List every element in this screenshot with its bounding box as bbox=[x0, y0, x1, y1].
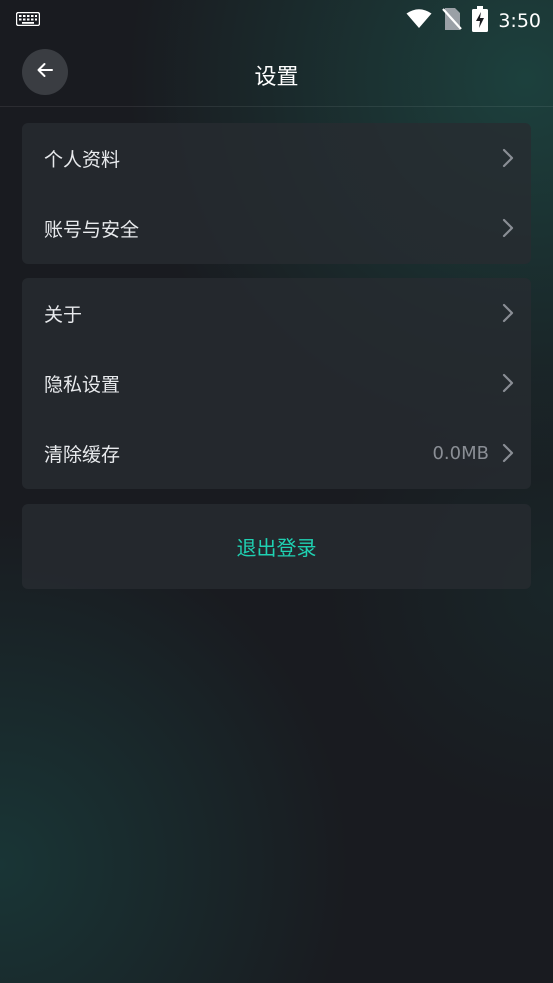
settings-item-account-security[interactable]: 账号与安全 bbox=[22, 193, 531, 263]
battery-charging-icon bbox=[472, 6, 489, 36]
app-bar: 设置 bbox=[0, 40, 553, 107]
status-time: 3:50 bbox=[498, 10, 541, 32]
settings-item-label: 账号与安全 bbox=[44, 218, 140, 241]
logout-label: 退出登录 bbox=[236, 536, 317, 560]
logout-button[interactable]: 退出登录 bbox=[22, 504, 531, 589]
settings-item-label: 关于 bbox=[44, 303, 83, 326]
page-title: 设置 bbox=[254, 65, 299, 90]
settings-item-label: 隐私设置 bbox=[44, 373, 121, 396]
keyboard-icon bbox=[15, 11, 41, 30]
chevron-right-icon bbox=[501, 147, 515, 169]
no-sim-icon bbox=[442, 7, 463, 35]
cache-size-value: 0.0MB bbox=[432, 442, 489, 464]
settings-item-about[interactable]: 关于 bbox=[22, 278, 531, 348]
settings-item-clear-cache[interactable]: 清除缓存 0.0MB bbox=[22, 418, 531, 488]
settings-item-profile[interactable]: 个人资料 bbox=[22, 123, 531, 193]
chevron-right-icon bbox=[501, 372, 515, 394]
settings-item-label: 清除缓存 bbox=[44, 443, 121, 466]
settings-group-general: 关于 隐私设置 清除缓存 0.0MB bbox=[22, 278, 531, 489]
chevron-right-icon bbox=[501, 217, 515, 239]
status-bar: 3:50 bbox=[0, 0, 553, 40]
settings-group-account: 个人资料 账号与安全 bbox=[22, 123, 531, 264]
wifi-icon bbox=[406, 9, 432, 33]
settings-item-label: 个人资料 bbox=[44, 148, 121, 171]
settings-item-privacy[interactable]: 隐私设置 bbox=[22, 348, 531, 418]
chevron-right-icon bbox=[501, 442, 515, 464]
chevron-right-icon bbox=[501, 302, 515, 324]
